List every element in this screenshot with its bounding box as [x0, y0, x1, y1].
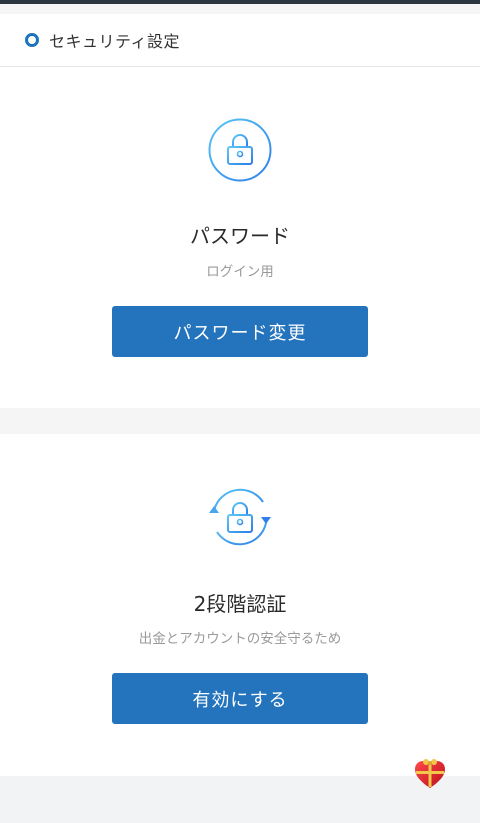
two-factor-title: 2段階認証: [193, 592, 287, 616]
bottom-area: [0, 776, 480, 823]
change-password-button[interactable]: パスワード変更: [112, 306, 368, 357]
section-header: セキュリティ設定: [0, 14, 480, 67]
password-subtitle: ログイン用: [206, 264, 274, 280]
lock-icon: [207, 117, 273, 187]
gift-heart-icon[interactable]: [413, 757, 447, 791]
status-bar: [0, 0, 480, 4]
page-title: セキュリティ設定: [49, 32, 181, 51]
enable-two-factor-button[interactable]: 有効にする: [112, 673, 368, 724]
lock-refresh-icon: [205, 484, 275, 554]
two-factor-subtitle: 出金とアカウントの安全守るため: [138, 631, 342, 647]
password-title: パスワード: [190, 224, 290, 248]
two-factor-card: 2段階認証 出金とアカウントの安全守るため 有効にする: [0, 434, 480, 776]
password-card: パスワード ログイン用 パスワード変更: [0, 67, 480, 408]
header-bullet-icon: [25, 33, 39, 47]
